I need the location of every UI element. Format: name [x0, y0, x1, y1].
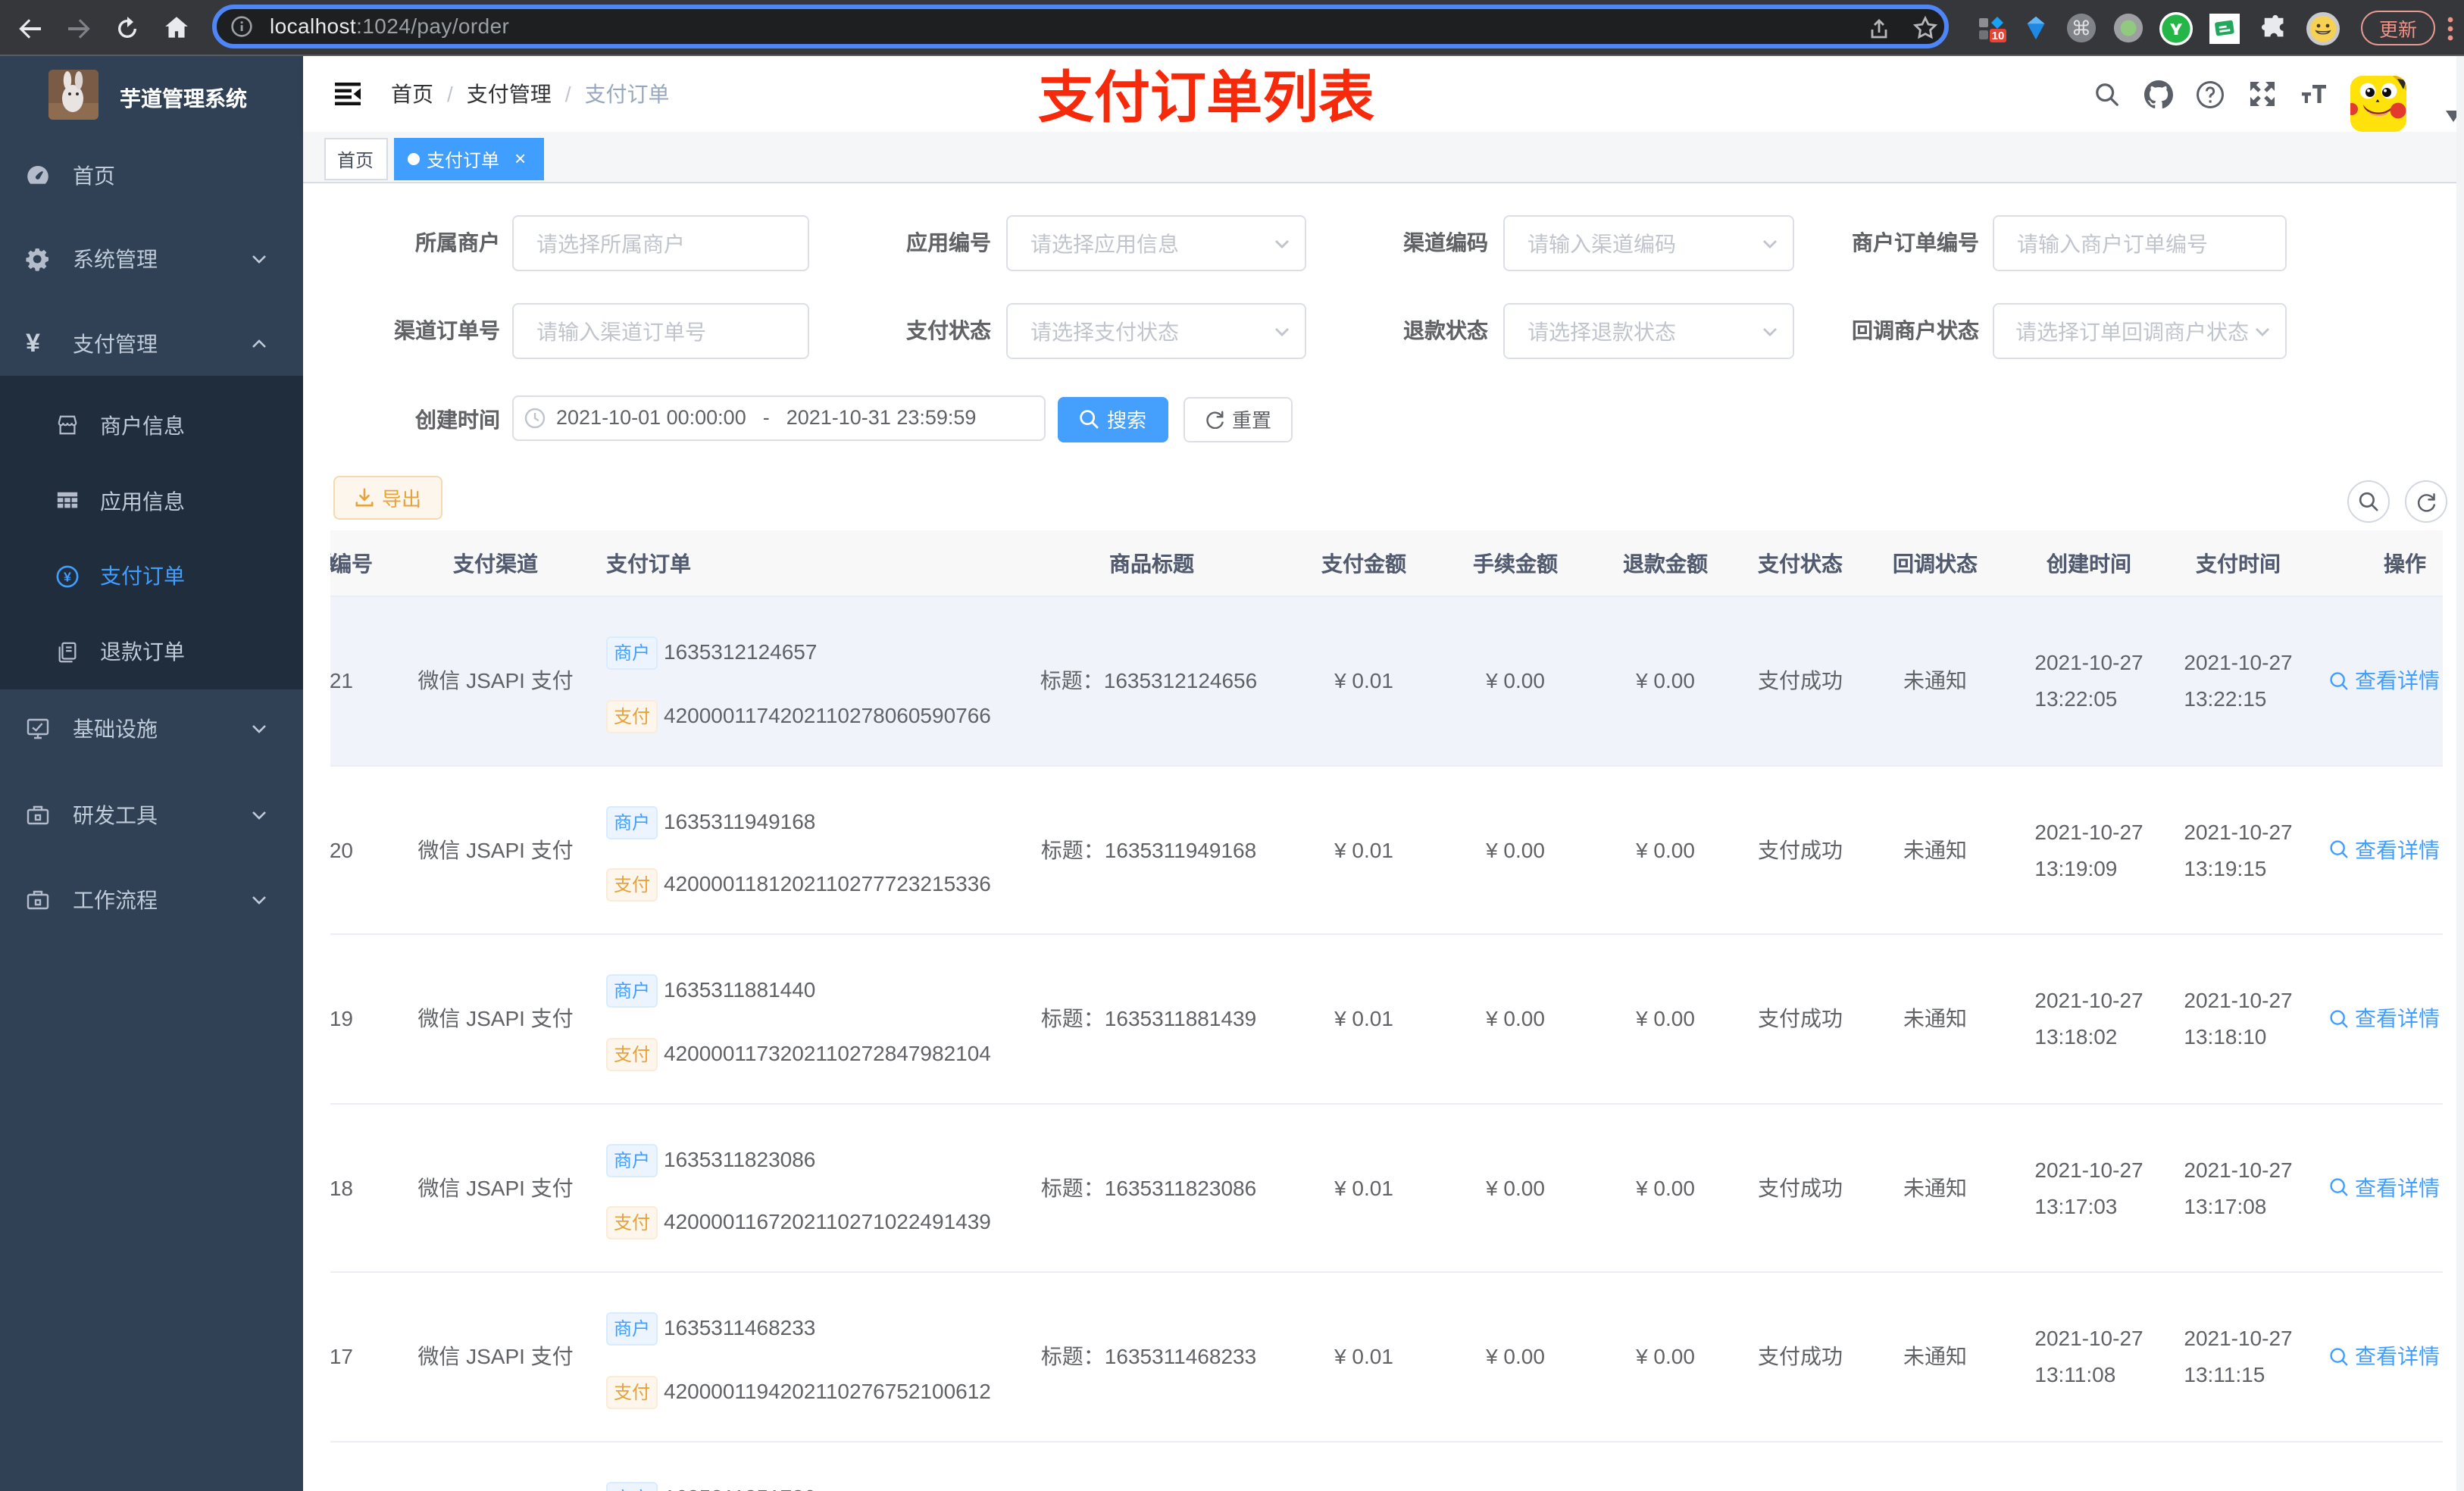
svg-text:⌘: ⌘: [2071, 17, 2091, 40]
svg-text:10: 10: [1992, 29, 2005, 42]
svg-text:¥: ¥: [64, 568, 71, 583]
